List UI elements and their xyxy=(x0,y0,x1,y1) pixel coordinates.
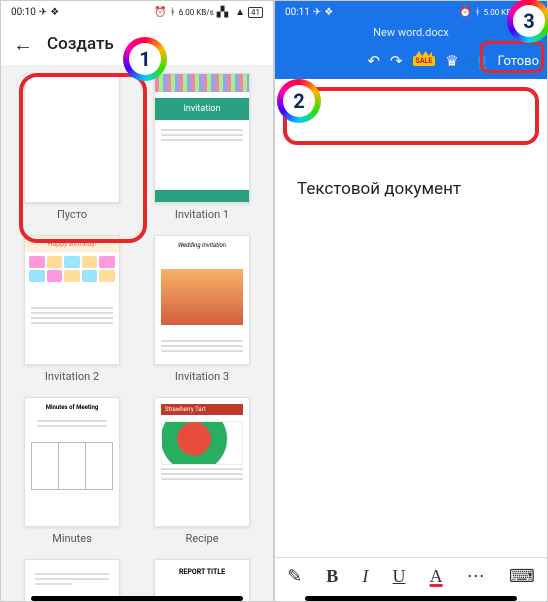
telegram-icon: ✈ xyxy=(39,7,47,18)
alarm-icon: ⏰ xyxy=(154,7,166,18)
phone-create-screen: 00:10 ✈ ❖ ⏰ ᚼ 6.00 KB/s ▞▖ ▲ 41 ← Создат… xyxy=(0,0,274,602)
app-icon: ❖ xyxy=(324,7,333,18)
done-button[interactable]: Готово xyxy=(497,54,539,69)
telegram-icon: ✈ xyxy=(313,7,321,18)
template-minutes[interactable]: Minutes of Meeting Minutes xyxy=(19,397,125,545)
document-content[interactable]: Текстовой документ xyxy=(297,179,461,199)
annotation-badge-1: 1 xyxy=(126,40,164,78)
italic-button[interactable]: I xyxy=(362,566,368,587)
back-arrow-icon[interactable]: ← xyxy=(13,32,33,57)
template-thumb: Minutes of Meeting xyxy=(24,397,120,527)
signal-icon-2: ▲ xyxy=(235,7,245,18)
page-title: Создать xyxy=(47,34,114,54)
template-thumb: Happy Birthday! xyxy=(24,235,120,365)
nav-bar xyxy=(31,596,243,601)
keyboard-icon[interactable]: ⌨ xyxy=(509,566,535,587)
redo-icon[interactable]: ↷ xyxy=(390,52,403,70)
annotation-badge-2: 2 xyxy=(280,82,318,120)
net-speed: 6.00 KB/s xyxy=(179,8,214,17)
battery-pct: 41 xyxy=(248,7,263,18)
app-icon: ❖ xyxy=(50,7,59,18)
template-label: Invitation 3 xyxy=(175,370,229,383)
status-bar: 00:10 ✈ ❖ ⏰ ᚼ 6.00 KB/s ▞▖ ▲ 41 xyxy=(1,1,273,23)
template-thumb: Strawberry Tart xyxy=(154,397,250,527)
collab-icon[interactable]: 👥 xyxy=(469,52,488,70)
template-invitation-1[interactable]: Invitation Invitation 1 xyxy=(149,73,255,221)
template-label: Invitation 2 xyxy=(45,370,99,383)
template-grid: Пусто Invitation Invitation 1 Happy Birt… xyxy=(1,65,273,602)
template-invitation-3[interactable]: Wedding Invitation Invitation 3 xyxy=(149,235,255,383)
format-toolbar: ✎ B I U A ⋯ ⌨ xyxy=(275,557,547,595)
undo-icon[interactable]: ↶ xyxy=(367,52,380,70)
annotation-badge-3: 3 xyxy=(510,2,548,40)
sale-badge[interactable]: SALE xyxy=(413,56,436,66)
template-recipe[interactable]: Strawberry Tart Recipe xyxy=(149,397,255,545)
bluetooth-icon: ᚼ xyxy=(170,7,176,18)
editor-toolbar: ↶ ↷ SALE ♛ 👥 Готово xyxy=(275,43,547,79)
more-formatting-icon[interactable]: ⋯ xyxy=(467,566,485,587)
template-thumb: Invitation xyxy=(154,73,250,203)
bold-button[interactable]: B xyxy=(326,566,338,587)
template-invitation-2[interactable]: Happy Birthday! Invitation 2 xyxy=(19,235,125,383)
underline-button[interactable]: U xyxy=(393,566,406,587)
file-name: New word.docx xyxy=(275,23,547,43)
bluetooth-icon: ᚼ xyxy=(475,7,481,18)
template-label: Minutes xyxy=(52,532,92,545)
template-label: Invitation 1 xyxy=(175,208,229,221)
nav-bar xyxy=(305,596,517,601)
crown-icon[interactable]: ♛ xyxy=(445,52,458,70)
pen-tool-icon[interactable]: ✎ xyxy=(287,566,302,587)
alarm-icon: ⏰ xyxy=(459,7,471,18)
template-thumb xyxy=(24,73,120,203)
template-label: Пусто xyxy=(57,208,87,221)
signal-icon: ▞▖ xyxy=(217,7,232,18)
font-color-button[interactable]: A xyxy=(430,566,443,587)
status-time: 00:11 xyxy=(285,7,310,18)
template-label: Recipe xyxy=(185,532,218,545)
template-blank[interactable]: Пусто xyxy=(19,73,125,221)
status-time: 00:10 xyxy=(11,7,36,18)
template-thumb: Wedding Invitation xyxy=(154,235,250,365)
